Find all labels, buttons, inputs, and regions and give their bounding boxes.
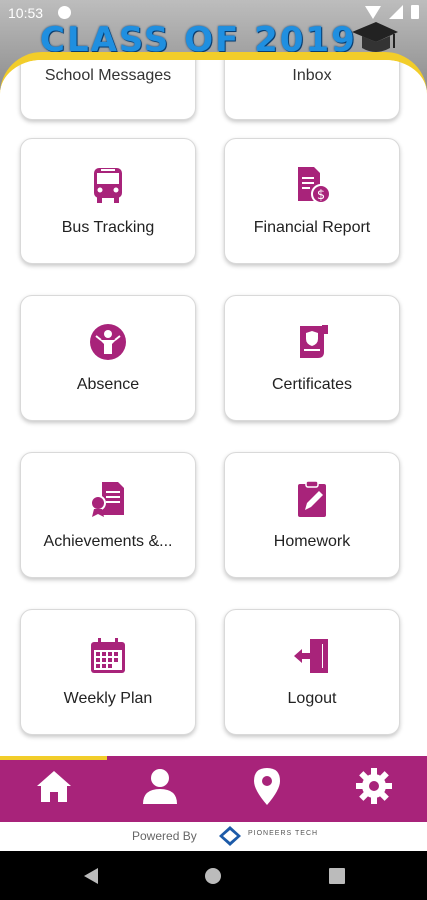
back-icon[interactable] [80,865,102,887]
location-icon[interactable] [247,766,287,806]
tile-absence[interactable]: Absence [20,295,196,421]
financial-report-icon: $ [298,167,331,204]
tile-school-messages[interactable]: School Messages [20,60,196,120]
tile-certificates[interactable]: Certificates [224,295,400,421]
logout-icon [294,639,328,673]
tile-label: Absence [76,376,140,393]
tile-label: School Messages [44,67,172,84]
wifi-icon [365,5,381,19]
system-nav-bar [0,851,427,900]
achievements-icon [90,482,124,517]
settings-icon[interactable] [354,766,394,806]
brand-name: PIONEERS TECH [248,830,319,837]
tile-logout[interactable]: Logout [224,609,400,735]
active-tab-indicator [0,756,107,760]
recents-icon[interactable] [326,865,348,887]
menu-grid: School Messages Inbox Bus Tracking $ Fin… [0,60,427,772]
tile-label: Logout [287,690,337,707]
status-bar: 10:53 [0,0,427,28]
absence-icon [90,324,126,360]
tile-label: Achievements &... [43,533,173,550]
tile-label: Weekly Plan [63,690,153,707]
powered-by-footer: Powered By PIONEERS TECH [0,822,427,851]
tile-label: Homework [273,533,351,550]
home-icon[interactable] [34,766,74,806]
tile-label: Certificates [271,376,353,393]
home-button-icon[interactable] [202,865,224,887]
svg-text:$: $ [317,188,325,203]
tile-label: Inbox [292,67,332,84]
tile-achievements[interactable]: Achievements &... [20,452,196,578]
homework-icon [298,480,326,517]
menu-sheet[interactable]: School Messages Inbox Bus Tracking $ Fin… [0,52,427,772]
bottom-nav [0,756,427,822]
tile-label: Financial Report [253,219,371,236]
tile-bus-tracking[interactable]: Bus Tracking [20,138,196,264]
tile-weekly-plan[interactable]: Weekly Plan [20,609,196,735]
battery-icon [411,5,419,19]
powered-by-label: Powered By [132,829,197,843]
tile-financial-report[interactable]: $ Financial Report [224,138,400,264]
calendar-icon [91,638,125,673]
notification-icon [58,6,71,19]
tile-homework[interactable]: Homework [224,452,400,578]
status-time: 10:53 [8,5,44,21]
brand-logo-icon [219,826,241,846]
certificate-icon [300,325,328,358]
tile-label: Bus Tracking [61,219,155,236]
bus-icon [94,168,122,203]
profile-icon[interactable] [140,766,180,806]
signal-icon [389,5,403,19]
tile-inbox[interactable]: Inbox [224,60,400,120]
